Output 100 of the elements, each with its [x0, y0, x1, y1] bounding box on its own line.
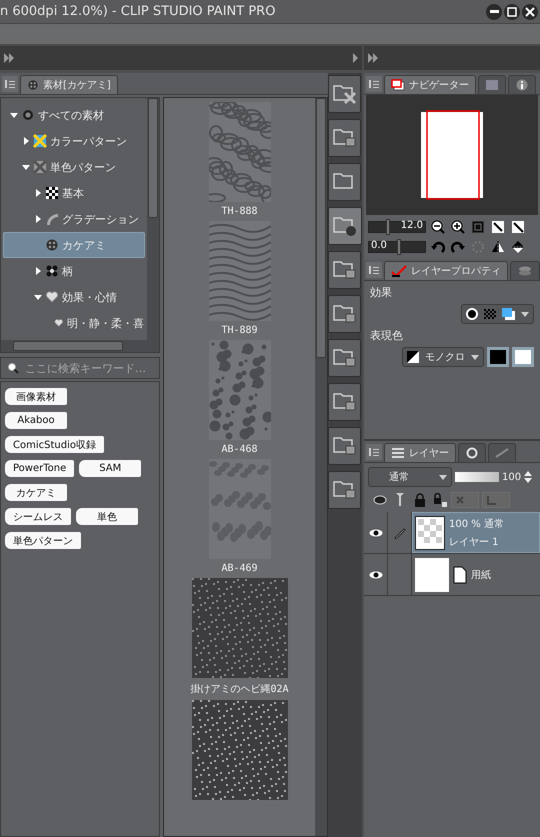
tree-item[interactable]: カケアミ [3, 232, 145, 258]
folder-button[interactable] [328, 119, 361, 157]
layer-row[interactable]: 100 % 通常 レイヤー 1 [364, 512, 540, 554]
tree-item[interactable]: 効果・心情 [3, 284, 145, 310]
expand-icon[interactable] [368, 53, 378, 63]
corner-icon [482, 492, 510, 508]
halftone-icon [45, 238, 59, 252]
layer-mode: 100 % 通常 [449, 518, 504, 530]
opacity-value: 100 [502, 472, 522, 482]
folder-button[interactable] [328, 383, 361, 421]
layer-row[interactable]: 用紙 [364, 554, 540, 596]
tag-chip[interactable]: 単色 [76, 508, 138, 525]
pen-icon [394, 526, 406, 538]
tag-chip[interactable]: Akaboo [5, 412, 67, 429]
panel-menu-button[interactable] [366, 262, 382, 278]
panel-menu-button[interactable] [2, 76, 18, 92]
panel-tab[interactable]: 素材[カケアミ] [20, 75, 118, 94]
brush-icon [495, 447, 509, 459]
zoom-in-button[interactable] [449, 218, 466, 235]
navigator-icon [391, 79, 405, 91]
fit-window-button[interactable] [489, 218, 506, 235]
zoom-slider[interactable]: 12.0 [368, 220, 426, 232]
eye-icon[interactable] [368, 570, 382, 578]
actual-size-button[interactable] [509, 218, 526, 235]
gradient-icon [45, 212, 59, 226]
caret-icon [471, 354, 479, 360]
close-button[interactable] [522, 4, 538, 20]
pattern-thumbnail[interactable] [208, 340, 270, 440]
color-swatch[interactable] [487, 347, 509, 367]
expand-arrow-icon[interactable] [34, 267, 42, 275]
folder-button[interactable] [328, 163, 361, 201]
material-name: TH-889 [221, 325, 258, 336]
frame-icon [470, 220, 484, 234]
folder-button[interactable] [328, 427, 361, 465]
panel-menu-button[interactable] [366, 76, 382, 92]
menu-icon [5, 80, 15, 88]
panel-tab[interactable]: ナビゲーター [384, 75, 476, 94]
rotation-slider[interactable]: 0.0 [368, 240, 426, 252]
panel-tab[interactable] [458, 443, 486, 462]
folder-button[interactable] [328, 207, 362, 245]
minimize-icon [490, 10, 498, 13]
expand-arrow-icon[interactable] [34, 189, 42, 197]
search-field[interactable]: ここに検索キーワード… [0, 357, 160, 379]
pattern-thumbnail[interactable] [208, 459, 270, 559]
material-name: AB-468 [221, 444, 258, 455]
expand-arrow-icon[interactable] [22, 137, 30, 145]
expand-arrow-icon[interactable] [34, 215, 42, 223]
pattern-thumbnail[interactable] [208, 221, 270, 321]
panel-menu-button[interactable] [366, 444, 382, 460]
pattern-thumbnail[interactable] [192, 578, 288, 678]
spinner-icon[interactable] [524, 470, 532, 484]
color-swatch[interactable] [512, 347, 534, 367]
expand-icon[interactable] [4, 53, 14, 63]
scrollbar[interactable] [147, 98, 159, 340]
minimize-button[interactable] [486, 4, 502, 20]
tree-item[interactable]: グラデーション [3, 206, 145, 232]
image-icon [485, 79, 499, 91]
tag-chip[interactable]: SAM [79, 460, 142, 477]
tree-item[interactable]: カラーパターン [3, 128, 145, 154]
layer-name: 用紙 [471, 568, 491, 582]
folder-button[interactable] [328, 251, 361, 289]
tag-chip[interactable]: ComicStudio収録 [5, 436, 104, 453]
lock-transparency-button[interactable] [431, 491, 448, 508]
zoom-out-button[interactable] [429, 218, 446, 235]
tag-chip[interactable]: PowerTone [5, 460, 74, 477]
scrollbar[interactable] [315, 98, 327, 836]
rotate-right-icon [450, 240, 464, 254]
effect-selector[interactable] [461, 304, 534, 324]
info-icon [515, 79, 529, 91]
tree-item[interactable]: 明・静・柔・喜 [3, 310, 145, 336]
eye-icon[interactable] [368, 528, 382, 536]
dotted-circle-icon [470, 240, 484, 254]
blend-mode-dropdown[interactable]: 通常 [368, 467, 452, 487]
expand-arrow-icon[interactable] [10, 111, 18, 119]
color-mode-dropdown[interactable]: モノクロ [402, 347, 484, 367]
tree-item[interactable]: 基本 [3, 180, 145, 206]
pattern-thumbnail[interactable] [192, 700, 288, 800]
tag-chip[interactable]: シームレス [5, 508, 71, 525]
tag-chip[interactable]: カケアミ [5, 484, 67, 501]
pattern-thumbnail[interactable] [208, 102, 270, 202]
folder-button[interactable] [328, 339, 361, 377]
flip-vertical-button[interactable] [509, 238, 526, 255]
tree-item[interactable]: すべての素材 [3, 102, 145, 128]
expand-arrow-icon[interactable] [34, 293, 42, 301]
panel-tab[interactable]: レイヤー [384, 443, 456, 462]
search-icon [7, 362, 19, 374]
expand-arrow-icon[interactable] [22, 163, 30, 171]
panel-tab[interactable] [508, 75, 536, 94]
flip-horizontal-button[interactable] [489, 238, 506, 255]
collapse-icon[interactable] [353, 53, 358, 63]
tag-chip[interactable]: 単色パターン [5, 532, 81, 549]
folder-button[interactable] [328, 471, 361, 509]
maximize-button[interactable] [504, 4, 520, 20]
tag-chip[interactable]: 画像素材 [5, 388, 67, 405]
folder-button[interactable] [328, 75, 361, 113]
scrollbar[interactable] [1, 340, 159, 352]
tree-item[interactable]: 単色パターン [3, 154, 145, 180]
tree-item[interactable]: 柄 [3, 258, 145, 284]
folder-button[interactable] [328, 295, 361, 333]
panel-tab[interactable]: レイヤープロパティ [384, 261, 508, 280]
